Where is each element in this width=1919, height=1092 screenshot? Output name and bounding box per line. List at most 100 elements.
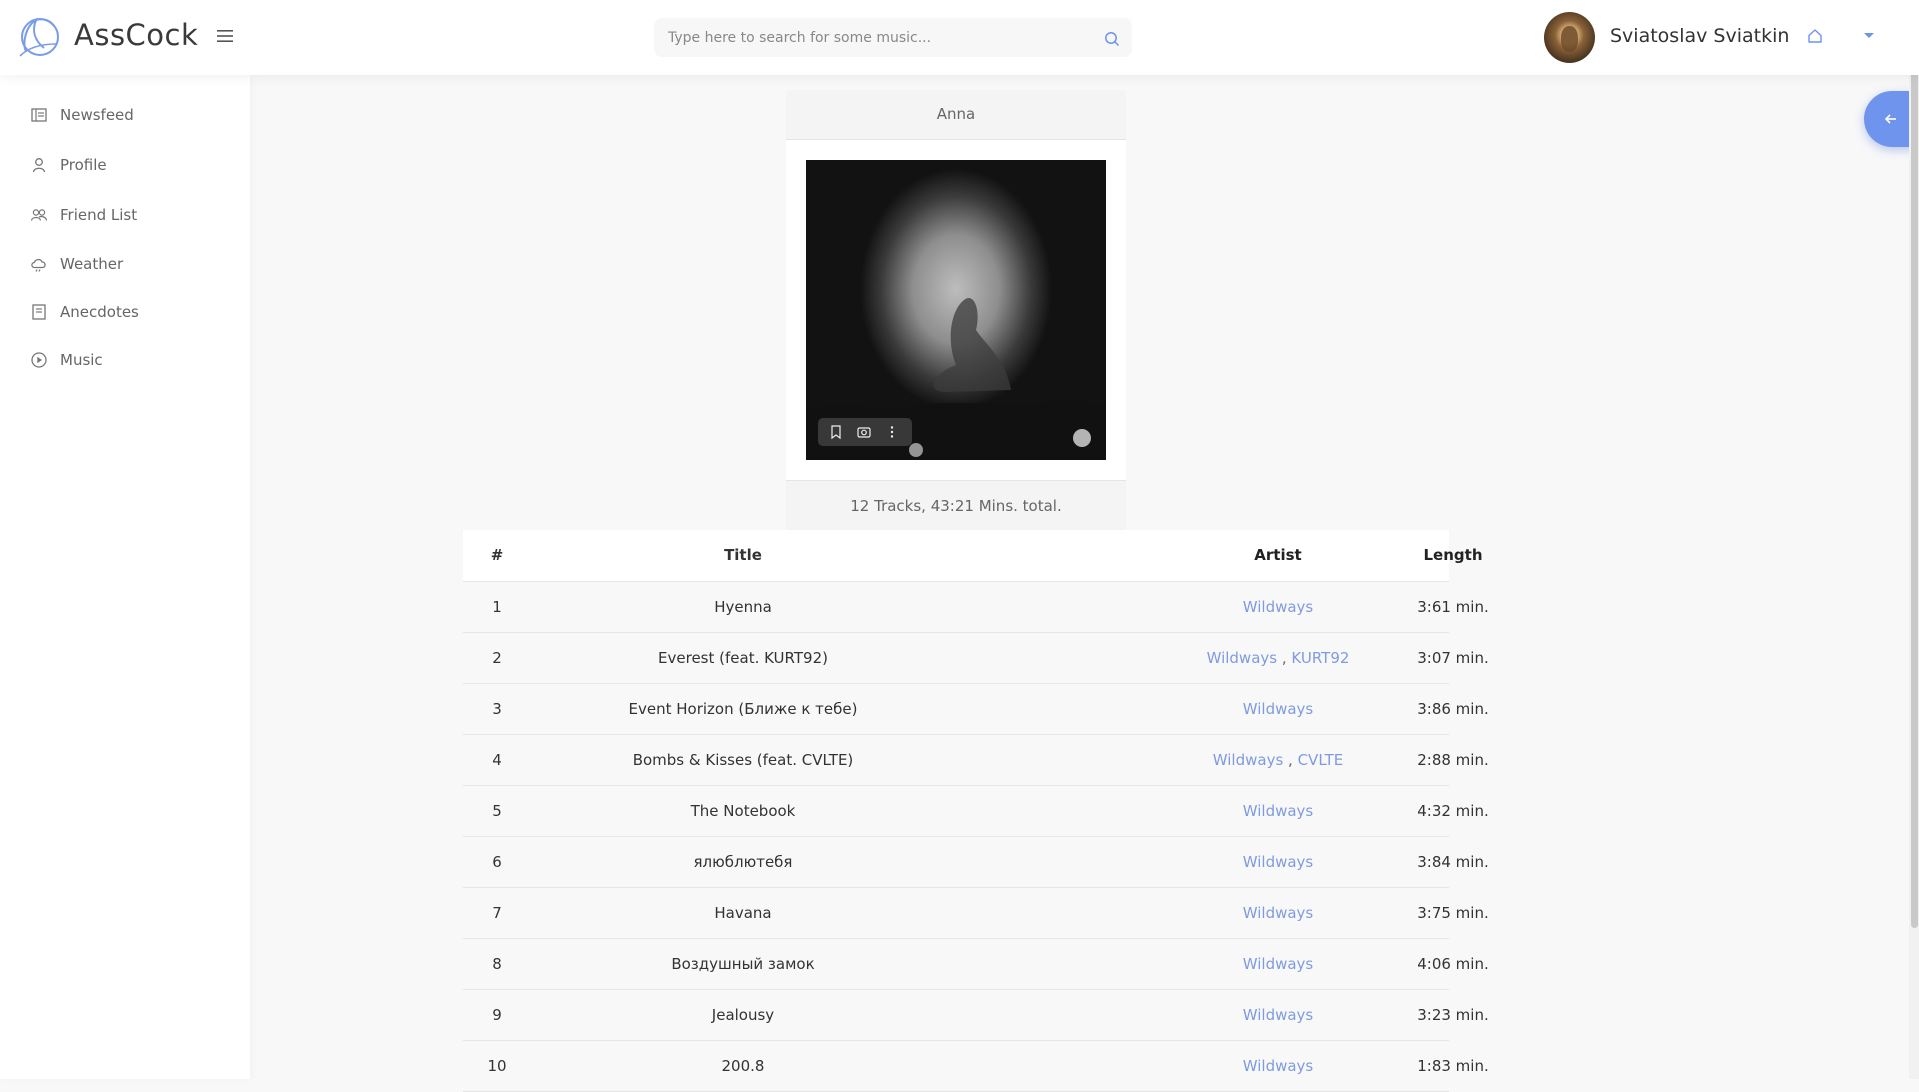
table-body: 1 Hyenna Wildways 3:61 min. 2 Everest (feat. … — [463, 582, 1489, 1092]
track-length: 4:06 min. — [1417, 955, 1489, 973]
sidebar-item-label: Profile — [60, 156, 107, 174]
album-artwork — [806, 298, 1106, 460]
album-card: Anna 12 Tracks, 43:21 Mins. total. — [786, 90, 1126, 531]
user-name[interactable]: Sviatoslav Sviatkin — [1610, 25, 1789, 47]
track-number: 1 — [492, 598, 502, 616]
track-length: 3:86 min. — [1417, 700, 1489, 718]
track-length: 3:61 min. — [1417, 598, 1489, 616]
album-summary: 12 Tracks, 43:21 Mins. total. — [786, 480, 1126, 531]
arrow-left-icon — [1884, 114, 1896, 124]
table-row[interactable]: 4 Bombs & Kisses (feat. CVLTE) Wildways , … — [463, 735, 1489, 786]
track-title[interactable]: The Notebook — [593, 786, 893, 836]
logo-icon[interactable] — [14, 14, 62, 60]
home-icon[interactable] — [1807, 28, 1823, 44]
more-vertical-icon[interactable] — [884, 424, 900, 440]
table-row[interactable]: 8 Воздушный замок Wildways 4:06 min. — [463, 939, 1489, 990]
search-icon[interactable] — [1104, 31, 1120, 47]
artist-link[interactable]: Wildways — [1243, 700, 1314, 718]
track-title[interactable]: Havana — [593, 888, 893, 938]
track-title[interactable]: Jealousy — [593, 990, 893, 1040]
track-number: 4 — [492, 751, 502, 769]
search-input[interactable] — [668, 18, 1088, 57]
track-number: 3 — [492, 700, 502, 718]
table-row[interactable]: 2 Everest (feat. KURT92) Wildways , KURT92… — [463, 633, 1489, 684]
track-number: 6 — [492, 853, 502, 871]
chevron-down-icon[interactable] — [1863, 32, 1875, 40]
sidebar-item-music[interactable]: Music — [30, 348, 230, 372]
table-row[interactable]: 3 Event Horizon (Ближе к тебе) Wildways 3:8… — [463, 684, 1489, 735]
track-table: # Title Artist Length 1 Hyenna Wildways 3:6… — [463, 530, 1489, 1092]
table-row[interactable]: 6 ялюблютебя Wildways 3:84 min. — [463, 837, 1489, 888]
artist-link[interactable]: Wildways — [1243, 904, 1314, 922]
sidebar-item-anecdotes[interactable]: Anecdotes — [30, 300, 230, 324]
sidebar: Newsfeed Profile Friend List Weather Ane… — [0, 75, 250, 1079]
sidebar-item-label: Weather — [60, 255, 124, 273]
track-title[interactable]: Everest (feat. KURT92) — [593, 633, 893, 683]
avatar[interactable] — [1544, 12, 1595, 63]
track-number: 10 — [487, 1057, 507, 1075]
newsfeed-icon — [31, 108, 47, 122]
artist-link[interactable]: Wildways — [1243, 598, 1314, 616]
sidebar-item-weather[interactable]: Weather — [30, 252, 230, 276]
search-box — [654, 18, 1132, 57]
bookmark-icon[interactable] — [828, 424, 844, 440]
artist-link[interactable]: CVLTE — [1298, 751, 1344, 769]
artist-link[interactable]: Wildways — [1243, 853, 1314, 871]
artist-link[interactable]: Wildways — [1243, 1057, 1314, 1075]
brand-name[interactable]: AssCock — [74, 18, 198, 52]
track-title[interactable]: Bombs & Kisses (feat. CVLTE) — [593, 735, 893, 785]
track-number: 8 — [492, 955, 502, 973]
track-title[interactable]: Воздушный замок — [593, 939, 893, 989]
artist-link[interactable]: Wildways — [1243, 802, 1314, 820]
column-header-length: Length — [1423, 546, 1483, 564]
track-length: 2:88 min. — [1417, 751, 1489, 769]
table-row[interactable]: 7 Havana Wildways 3:75 min. — [463, 888, 1489, 939]
scrollbar-thumb[interactable] — [1911, 2, 1918, 928]
track-length: 3:07 min. — [1417, 649, 1489, 667]
track-number: 5 — [492, 802, 502, 820]
album-cover-image[interactable] — [806, 160, 1106, 460]
menu-toggle-icon[interactable] — [216, 27, 234, 45]
track-title[interactable]: Event Horizon (Ближе к тебе) — [593, 684, 893, 734]
table-row[interactable]: 1 Hyenna Wildways 3:61 min. — [463, 582, 1489, 633]
sidebar-item-newsfeed[interactable]: Newsfeed — [30, 103, 230, 127]
artist-link[interactable]: KURT92 — [1291, 649, 1349, 667]
album-title: Anna — [786, 90, 1126, 140]
table-header: # Title Artist Length — [463, 530, 1483, 582]
track-title[interactable]: ялюблютебя — [593, 837, 893, 887]
artist-separator: , — [1283, 751, 1298, 769]
artist-link[interactable]: Wildways — [1243, 955, 1314, 973]
table-row[interactable]: 9 Jealousy Wildways 3:23 min. — [463, 990, 1489, 1041]
column-header-title: Title — [724, 546, 762, 564]
track-title[interactable]: Hyenna — [593, 582, 893, 632]
track-number: 9 — [492, 1006, 502, 1024]
artist-separator: , — [1277, 649, 1292, 667]
sidebar-item-label: Friend List — [60, 206, 138, 224]
sidebar-item-label: Music — [60, 351, 103, 369]
top-bar: AssCock Sviatoslav Sviatkin — [0, 0, 1919, 75]
sidebar-item-label: Anecdotes — [60, 303, 139, 321]
table-row[interactable]: 10 200.8 Wildways 1:83 min. — [463, 1041, 1489, 1092]
weather-icon — [31, 258, 46, 272]
anecdotes-icon — [32, 304, 46, 320]
artist-link[interactable]: Wildways — [1213, 751, 1284, 769]
track-length: 3:84 min. — [1417, 853, 1489, 871]
column-header-number: # — [490, 546, 504, 564]
track-length: 1:83 min. — [1417, 1057, 1489, 1075]
artist-link[interactable]: Wildways — [1243, 1006, 1314, 1024]
sidebar-item-label: Newsfeed — [60, 106, 134, 124]
track-length: 4:32 min. — [1417, 802, 1489, 820]
track-number: 2 — [492, 649, 502, 667]
camera-icon[interactable] — [856, 424, 872, 440]
artist-link[interactable]: Wildways — [1207, 649, 1278, 667]
profile-icon — [32, 158, 46, 173]
sidebar-item-friend-list[interactable]: Friend List — [30, 203, 230, 227]
cover-actions — [818, 418, 912, 446]
table-row[interactable]: 5 The Notebook Wildways 4:32 min. — [463, 786, 1489, 837]
sidebar-item-profile[interactable]: Profile — [30, 153, 230, 177]
track-length: 3:75 min. — [1417, 904, 1489, 922]
track-length: 3:23 min. — [1417, 1006, 1489, 1024]
friends-icon — [30, 209, 48, 221]
track-number: 7 — [492, 904, 502, 922]
track-title[interactable]: 200.8 — [593, 1041, 893, 1091]
